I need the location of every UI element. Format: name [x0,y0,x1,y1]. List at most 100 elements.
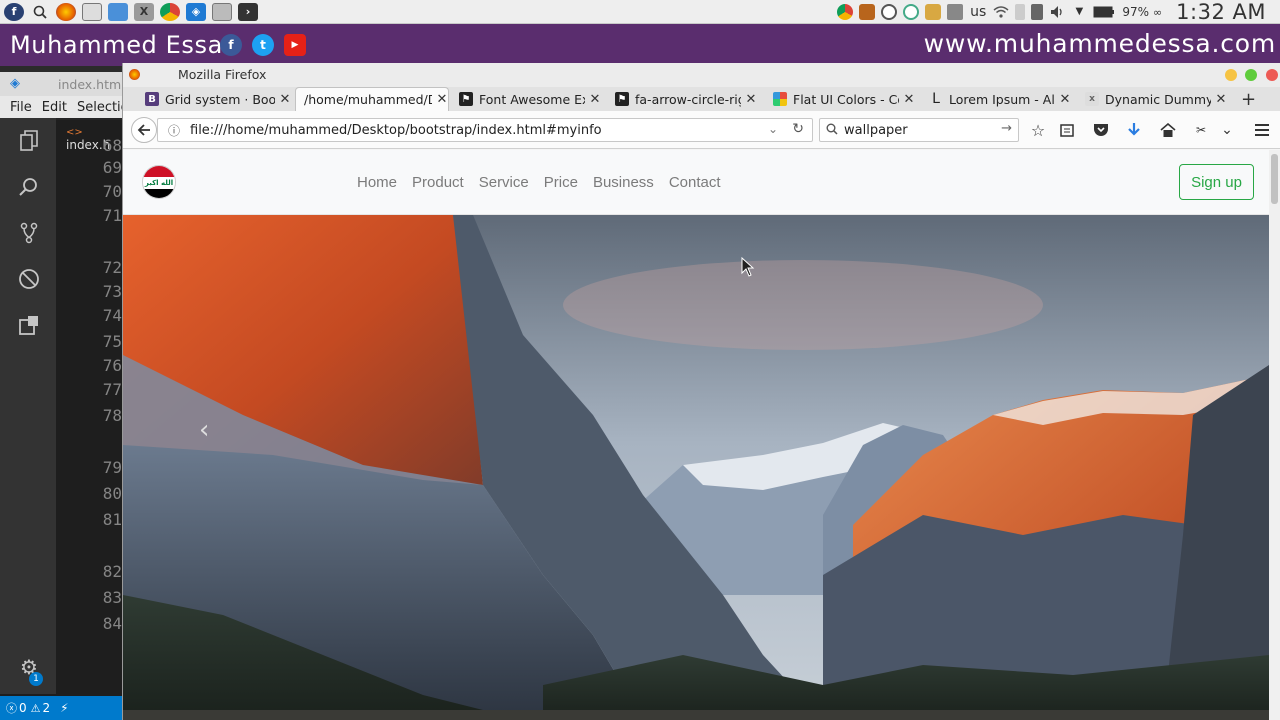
back-button[interactable] [131,117,157,143]
error-icon[interactable]: ⓧ [6,700,17,716]
arrow-right-icon[interactable]: → [1001,121,1012,136]
battery-icon[interactable] [1093,4,1115,20]
carousel-prev-icon[interactable]: ‹ [199,415,209,445]
error-count[interactable]: 0 [19,701,27,715]
dummy-icon: x [1085,92,1099,106]
menu-selection[interactable]: Selectio [77,100,129,115]
network-tray-icon[interactable] [947,4,964,20]
source-control-icon[interactable] [18,222,40,244]
clock[interactable]: 1:32 AM [1176,0,1266,24]
debug-icon[interactable] [18,268,40,290]
nav-home[interactable]: Home [357,174,397,191]
warning-icon[interactable]: ⚠ [31,702,41,715]
flag-icon: ⚑ [459,92,473,106]
terminal-x-icon[interactable]: X [134,2,154,21]
system-tray: us ▼ 97% ∞ 1:32 AM [834,0,1280,24]
volume-icon[interactable] [1049,4,1065,20]
usb-icon[interactable] [1015,4,1026,20]
menu-edit[interactable]: Edit [42,100,67,115]
chevron-down-icon[interactable]: ⌄ [768,122,778,136]
tab-label: fa-arrow-circle-rigl [635,91,741,107]
download-icon[interactable] [1124,120,1144,140]
search-input[interactable]: wallpaper [844,123,908,138]
screen-recorder-icon[interactable] [82,2,102,21]
explorer-icon[interactable] [18,130,40,152]
wifi-icon[interactable] [993,4,1009,20]
tab-local-file[interactable]: /home/muhammed/D ✕ [295,87,449,111]
tab-label: Dynamic Dummy [1105,91,1211,107]
signup-button[interactable]: Sign up [1179,164,1254,200]
hamburger-menu-icon[interactable] [1252,120,1272,140]
close-tab-icon[interactable]: ✕ [903,92,915,107]
chrome-launcher-icon[interactable] [160,2,180,21]
search-icon[interactable] [30,3,50,21]
menu-file[interactable]: File [10,100,32,115]
channel-banner: Muhammed Essa f t ▶ www.muhammedessa.com [0,24,1280,66]
tab-font-awesome[interactable]: ⚑ Font Awesome Ex ✕ [459,87,601,111]
close-tab-icon[interactable]: ✕ [436,92,448,107]
page-scrollbar[interactable] [1269,150,1280,720]
chevron-down-icon[interactable]: ⌄ [1217,120,1237,140]
nav-price[interactable]: Price [544,174,578,191]
reading-list-icon[interactable] [1057,120,1077,140]
tab-fa-arrow[interactable]: ⚑ fa-arrow-circle-rigl ✕ [615,87,757,111]
home-icon[interactable] [1158,120,1178,140]
close-tab-icon[interactable]: ✕ [589,92,601,107]
extension-icon[interactable]: ✂ [1191,120,1211,140]
line-number: 79 [102,458,122,477]
bookmark-star-icon[interactable]: ☆ [1028,120,1048,140]
fedora-menu-icon[interactable]: f [4,2,24,21]
url-bar[interactable]: ⓘ file:///home/muhammed/Desktop/bootstra… [157,118,813,142]
nav-business[interactable]: Business [593,174,654,191]
line-number: 81 [102,510,122,529]
mouse-cursor-icon [741,257,755,277]
pocket-icon[interactable] [1091,120,1111,140]
firefox-launcher-icon[interactable] [56,2,76,21]
url-text[interactable]: file:///home/muhammed/Desktop/bootstrap/… [190,123,602,138]
close-tab-icon[interactable]: ✕ [1215,92,1227,107]
chevron-down-icon[interactable]: ▼ [1071,4,1087,20]
close-tab-icon[interactable]: ✕ [1059,92,1071,107]
warning-count[interactable]: 2 [43,701,51,715]
chrome-tray-icon[interactable] [837,4,854,20]
search-bar[interactable]: wallpaper → [819,118,1019,142]
new-tab-button[interactable]: + [1241,89,1256,110]
close-tab-icon[interactable]: ✕ [279,92,291,107]
navigation-toolbar: ⓘ file:///home/muhammed/Desktop/bootstra… [123,111,1280,149]
close-tab-icon[interactable]: ✕ [745,92,757,107]
scrollbar-thumb[interactable] [1271,154,1278,204]
tab-lorem-ipsum[interactable]: L Lorem Ipsum - All ✕ [929,87,1071,111]
tab-label: Grid system · Boot [165,91,275,107]
updater-tray-icon[interactable] [881,4,898,20]
image-viewer-icon[interactable] [212,2,232,21]
twitter-icon: t [252,34,274,56]
vscode-window: ◈ index.html File Edit Selectio ⚙ 1 <> i… [0,72,129,720]
close-button[interactable] [1266,69,1278,81]
minimize-button[interactable] [1225,69,1237,81]
web-page: الله اكبر Home Product Service Price Bus… [123,150,1269,720]
info-icon[interactable]: ⓘ [164,122,184,138]
lightning-icon[interactable]: ⚡ [60,701,68,715]
line-number-gutter: 68 69 70 71 72 73 74 75 76 77 78 79 80 8… [56,136,124,694]
html-file-icon: <> [66,127,83,138]
nav-product[interactable]: Product [412,174,464,191]
clipboard-icon[interactable] [1031,4,1044,20]
file-manager-icon[interactable] [108,2,128,21]
vscode-launcher-icon[interactable]: ◈ [186,2,206,21]
tab-flat-ui-colors[interactable]: Flat UI Colors - Col ✕ [773,87,915,111]
maximize-button[interactable] [1245,69,1257,81]
iraq-flag-logo[interactable]: الله اكبر [142,165,176,199]
package-tray-icon[interactable] [925,4,942,20]
battery-percent: 97% [1122,5,1149,19]
terminal-icon[interactable]: › [238,2,258,21]
tab-dynamic-dummy[interactable]: x Dynamic Dummy ✕ [1085,87,1227,111]
app-tray-icon[interactable] [859,4,876,20]
extensions-icon[interactable] [18,314,40,336]
reload-icon[interactable]: ↻ [792,121,804,137]
keyboard-layout[interactable]: us [970,4,986,20]
tab-grid-system[interactable]: B Grid system · Boot ✕ [145,87,291,111]
search-icon[interactable] [18,176,40,198]
nav-service[interactable]: Service [479,174,529,191]
nav-contact[interactable]: Contact [669,174,721,191]
cloud-tray-icon[interactable] [903,4,920,20]
